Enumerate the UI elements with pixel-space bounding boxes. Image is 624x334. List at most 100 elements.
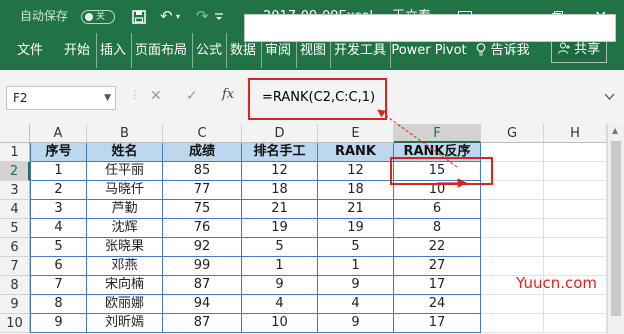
empty-cell[interactable] xyxy=(544,143,607,162)
name-box[interactable]: F2 ▼ xyxy=(6,86,116,110)
table-cell[interactable]: 4 xyxy=(318,295,394,314)
table-cell[interactable]: 3 xyxy=(30,200,87,219)
table-cell[interactable]: 24 xyxy=(394,295,481,314)
customize-qat-icon[interactable] xyxy=(214,0,224,33)
empty-cell[interactable] xyxy=(544,162,607,181)
table-cell[interactable]: 邓燕 xyxy=(87,257,163,276)
empty-cell[interactable] xyxy=(481,314,544,333)
empty-cell[interactable] xyxy=(544,219,607,238)
tab-formulas[interactable]: 公式 xyxy=(192,33,225,68)
table-cell[interactable]: 宋向楠 xyxy=(87,276,163,295)
table-cell[interactable]: 欧丽娜 xyxy=(87,295,163,314)
table-cell[interactable]: 5 xyxy=(30,238,87,257)
column-header-b[interactable]: B xyxy=(87,124,163,143)
table-cell[interactable]: 马晓仟 xyxy=(87,181,163,200)
table-cell[interactable]: 75 xyxy=(163,200,242,219)
table-cell[interactable]: 77 xyxy=(163,181,242,200)
redo-icon[interactable]: ↷ xyxy=(196,0,209,33)
row-header-1[interactable]: 1 xyxy=(0,143,30,162)
table-cell[interactable]: 9 xyxy=(318,314,394,333)
table-cell[interactable]: 9 xyxy=(30,314,87,333)
expand-formula-bar-icon[interactable] xyxy=(604,92,615,103)
table-header-cell[interactable]: 姓名 xyxy=(87,143,163,162)
table-cell[interactable]: 76 xyxy=(163,219,242,238)
tab-home[interactable]: 开始 xyxy=(60,33,94,68)
table-cell[interactable]: 7 xyxy=(30,276,87,295)
table-cell[interactable]: 8 xyxy=(30,295,87,314)
empty-cell[interactable] xyxy=(544,314,607,333)
table-cell[interactable]: 6 xyxy=(394,200,481,219)
table-cell[interactable]: 85 xyxy=(163,162,242,181)
table-cell[interactable]: 5 xyxy=(318,238,394,257)
table-cell[interactable]: 4 xyxy=(30,219,87,238)
autosave-toggle[interactable]: 关 xyxy=(81,10,115,24)
empty-cell[interactable] xyxy=(481,295,544,314)
table-cell[interactable]: 2 xyxy=(30,181,87,200)
table-cell[interactable]: 94 xyxy=(163,295,242,314)
row-header-10[interactable]: 10 xyxy=(0,314,30,333)
column-header-e[interactable]: E xyxy=(318,124,394,143)
table-cell[interactable]: 刘昕嫣 xyxy=(87,314,163,333)
table-cell[interactable]: 21 xyxy=(318,200,394,219)
table-cell[interactable]: 17 xyxy=(394,276,481,295)
empty-cell[interactable] xyxy=(544,181,607,200)
table-cell[interactable]: 沈辉 xyxy=(87,219,163,238)
row-header-8[interactable]: 8 xyxy=(0,276,30,295)
empty-cell[interactable] xyxy=(481,238,544,257)
table-cell[interactable]: 87 xyxy=(163,276,242,295)
row-header-9[interactable]: 9 xyxy=(0,295,30,314)
tab-page-layout[interactable]: 页面布局 xyxy=(131,33,190,68)
column-header-g[interactable]: G xyxy=(481,124,544,143)
name-box-dropdown-icon[interactable]: ▼ xyxy=(104,87,111,109)
table-cell[interactable]: 9 xyxy=(242,276,318,295)
table-cell[interactable]: 芦勤 xyxy=(87,200,163,219)
column-header-d[interactable]: D xyxy=(242,124,318,143)
table-cell[interactable]: 19 xyxy=(318,219,394,238)
undo-dropdown-icon[interactable]: ▾ xyxy=(176,0,180,33)
table-cell[interactable]: 10 xyxy=(242,314,318,333)
column-header-f[interactable]: F xyxy=(394,124,481,143)
table-cell[interactable]: 张晓果 xyxy=(87,238,163,257)
table-header-cell[interactable]: 序号 xyxy=(30,143,87,162)
enter-icon[interactable]: ✓ xyxy=(186,88,198,104)
table-header-cell[interactable]: 排名手工 xyxy=(242,143,318,162)
table-cell[interactable]: 18 xyxy=(318,181,394,200)
row-header-5[interactable]: 5 xyxy=(0,219,30,238)
table-cell[interactable]: 99 xyxy=(163,257,242,276)
table-cell[interactable]: 87 xyxy=(163,314,242,333)
empty-cell[interactable] xyxy=(544,295,607,314)
table-cell[interactable]: 27 xyxy=(394,257,481,276)
empty-cell[interactable] xyxy=(544,200,607,219)
table-cell[interactable]: 任平丽 xyxy=(87,162,163,181)
save-icon[interactable] xyxy=(132,0,146,33)
table-cell[interactable]: 22 xyxy=(394,238,481,257)
table-cell[interactable]: 5 xyxy=(242,238,318,257)
scroll-thumb[interactable] xyxy=(611,141,621,316)
scroll-up-icon[interactable]: ▲ xyxy=(612,126,618,135)
vertical-scrollbar[interactable]: ▲ xyxy=(607,124,624,334)
table-cell[interactable]: 18 xyxy=(242,181,318,200)
table-cell[interactable]: 19 xyxy=(242,219,318,238)
table-header-cell[interactable]: 成绩 xyxy=(163,143,242,162)
table-cell[interactable]: 21 xyxy=(242,200,318,219)
row-header-7[interactable]: 7 xyxy=(0,257,30,276)
select-all-corner[interactable] xyxy=(0,124,30,143)
row-header-4[interactable]: 4 xyxy=(0,200,30,219)
row-header-3[interactable]: 3 xyxy=(0,181,30,200)
empty-cell[interactable] xyxy=(544,238,607,257)
cancel-icon[interactable]: ✕ xyxy=(150,88,162,104)
column-header-h[interactable]: H xyxy=(544,124,607,143)
table-cell[interactable]: 6 xyxy=(30,257,87,276)
insert-function-icon[interactable]: fx xyxy=(222,87,234,102)
empty-cell[interactable] xyxy=(481,200,544,219)
row-header-2[interactable]: 2 xyxy=(0,162,30,181)
table-cell[interactable]: 1 xyxy=(242,257,318,276)
undo-icon[interactable]: ↶ xyxy=(160,0,173,33)
table-cell[interactable]: 12 xyxy=(318,162,394,181)
table-cell[interactable]: 17 xyxy=(394,314,481,333)
column-header-a[interactable]: A xyxy=(30,124,87,143)
tab-file[interactable]: 文件 xyxy=(8,33,52,68)
table-cell[interactable]: 8 xyxy=(394,219,481,238)
row-header-6[interactable]: 6 xyxy=(0,238,30,257)
table-cell[interactable]: 1 xyxy=(30,162,87,181)
